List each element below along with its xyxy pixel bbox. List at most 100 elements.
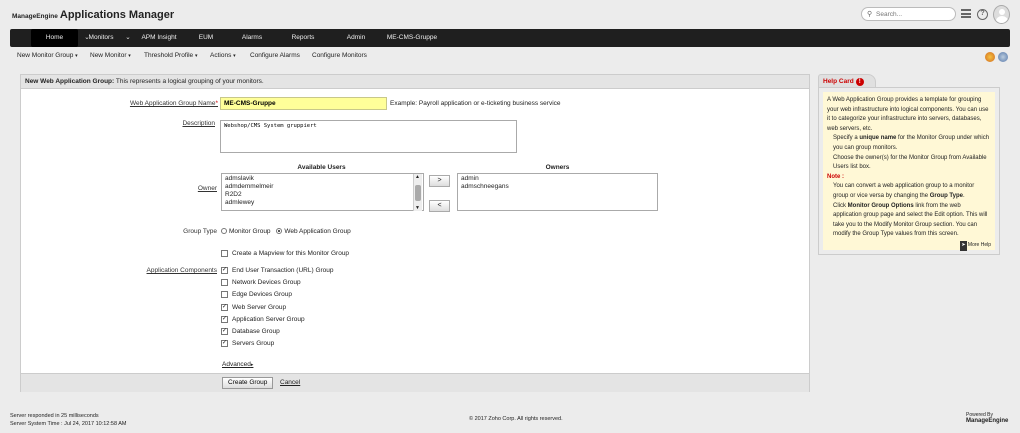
subnav-configure-monitors[interactable]: Configure Monitors — [312, 52, 367, 59]
nav-admin[interactable]: Admin — [343, 29, 369, 47]
nav-monitors[interactable]: Monitors — [87, 29, 115, 47]
hamburger-menu-icon[interactable] — [961, 9, 971, 18]
brand-logo[interactable]: ManageEngine Applications Manager — [12, 9, 174, 21]
available-users-heading: Available Users — [297, 164, 346, 171]
nav-monitors-dropdown[interactable]: ⌄ — [122, 29, 134, 47]
help-note-label: Note : — [827, 173, 844, 180]
checkbox-icon[interactable] — [221, 291, 228, 298]
caret-down-icon: ▾ — [233, 53, 236, 59]
app-name: Applications Manager — [59, 9, 175, 21]
move-right-button[interactable]: > — [429, 175, 450, 187]
list-item[interactable]: R2D2 — [225, 191, 420, 199]
caret-down-icon: ▾ — [128, 53, 131, 59]
subnav-new-monitor-group[interactable]: New Monitor Group ▾ — [17, 52, 78, 59]
create-group-button[interactable]: Create Group — [222, 377, 274, 389]
print-icon[interactable] — [998, 52, 1008, 62]
server-time: Server System Time : Jul 24, 2017 10:12:… — [10, 421, 127, 427]
help-line: Choose the owner(s) for the Monitor Grou… — [833, 154, 987, 171]
list-item[interactable]: admschneegans — [461, 183, 654, 191]
checkbox-checked-icon[interactable]: ✓ — [221, 328, 228, 335]
scroll-down-icon[interactable]: ▼ — [415, 205, 420, 211]
more-help-link[interactable]: ➤ More Help — [827, 240, 991, 251]
owner-label: Owner — [197, 185, 217, 192]
brand-name: ManageEngine — [12, 13, 58, 20]
list-item[interactable]: admslavik — [225, 175, 420, 183]
mapview-option[interactable]: Create a Mapview for this Monitor Group — [221, 250, 349, 257]
advanced-link[interactable]: Advanced▸ — [222, 361, 253, 368]
help-icon[interactable]: ? — [977, 9, 988, 20]
caret-down-icon: ▾ — [75, 53, 78, 59]
nav-me-cms-gruppe[interactable]: ME-CMS-Gruppe — [383, 29, 441, 47]
help-card: Help Card! A Web Application Group provi… — [818, 74, 1000, 255]
checkbox-icon[interactable] — [221, 250, 228, 257]
component-item[interactable]: ✓ Database Group — [221, 328, 280, 335]
help-line: You can convert a web application group … — [833, 183, 975, 199]
checkbox-checked-icon[interactable]: ✓ — [221, 340, 228, 347]
radio-selected-icon — [276, 228, 283, 235]
palette-icon[interactable] — [985, 52, 995, 62]
alert-icon: ! — [855, 78, 864, 86]
copyright: © 2017 Zoho Corp. All rights reserved. — [469, 416, 563, 422]
list-item[interactable]: admdemmelmeir — [225, 183, 420, 191]
subnav-actions[interactable]: Actions ▾ — [210, 52, 236, 59]
checkbox-checked-icon[interactable]: ✓ — [221, 267, 228, 274]
subnav-new-monitor[interactable]: New Monitor ▾ — [90, 52, 131, 59]
component-item[interactable]: ✓ Application Server Group — [221, 316, 305, 323]
owners-heading: Owners — [545, 164, 570, 171]
checkbox-checked-icon[interactable]: ✓ — [221, 316, 228, 323]
description-textarea[interactable]: Webshop/CMS System gruppiert — [220, 120, 517, 153]
caret-down-icon: ▾ — [194, 53, 198, 59]
new-web-app-group-form: New Web Application Group: This represen… — [20, 74, 810, 392]
radio-circle-icon — [221, 228, 227, 235]
chevron-down-icon: ⌄ — [125, 34, 131, 41]
help-card-content: A Web Application Group provides a templ… — [823, 92, 995, 251]
component-item[interactable]: ✓ Servers Group — [221, 340, 274, 347]
components-label: Application Components — [146, 267, 217, 274]
list-item[interactable]: admin — [461, 175, 654, 183]
powered-by[interactable]: Powered By ManageEngine — [966, 412, 1008, 424]
move-left-button[interactable]: < — [429, 200, 450, 212]
search-box[interactable]: ⚲ — [861, 7, 956, 21]
available-users-list[interactable]: admslavik admdemmelmeir R2D2 admlewey — [221, 173, 424, 211]
help-line: Specify a unique name for the Monitor Gr… — [833, 135, 990, 151]
caret-right-icon: ▸ — [250, 362, 254, 368]
checkbox-checked-icon[interactable]: ✓ — [221, 304, 228, 311]
help-card-body: A Web Application Group provides a templ… — [818, 87, 1000, 255]
available-users-scrollbar[interactable]: ▲ ▼ — [413, 174, 422, 211]
nav-home[interactable]: Home — [31, 29, 78, 47]
radio-monitor-group[interactable]: Monitor Group — [221, 228, 271, 235]
form-title: New Web Application Group: This represen… — [21, 75, 809, 89]
form-actions-bar: Create Group Cancel — [21, 373, 809, 392]
group-name-input[interactable] — [220, 97, 387, 110]
component-item[interactable]: ✓ Web Server Group — [221, 304, 286, 311]
scroll-thumb[interactable] — [415, 185, 421, 201]
top-navigation: Home ⌄ Monitors ⌄ APM Insight EUM Alarms… — [10, 29, 1010, 47]
subnav-configure-alarms[interactable]: Configure Alarms — [250, 52, 300, 59]
component-item[interactable]: Edge Devices Group — [221, 291, 292, 298]
list-item[interactable]: admlewey — [225, 199, 420, 207]
nav-apm-insight[interactable]: APM Insight — [139, 29, 179, 47]
sub-navigation: New Monitor Group ▾ New Monitor ▾ Thresh… — [10, 50, 1010, 64]
help-card-tab[interactable]: Help Card! — [818, 74, 876, 88]
cancel-link[interactable]: Cancel — [280, 379, 300, 386]
owners-list[interactable]: admin admschneegans — [457, 173, 658, 211]
name-example: Example: Payroll application or e-ticket… — [390, 100, 561, 107]
search-input[interactable] — [876, 10, 952, 19]
group-type-label: Group Type — [183, 228, 217, 235]
app-header: ManageEngineApplications Manager ⚲ ? — [0, 0, 1020, 28]
nav-alarms[interactable]: Alarms — [238, 29, 266, 47]
checkbox-icon[interactable] — [221, 279, 228, 286]
nav-reports[interactable]: Reports — [288, 29, 318, 47]
search-icon: ⚲ — [867, 11, 873, 18]
user-avatar[interactable] — [993, 5, 1010, 24]
component-item[interactable]: ✓ End User Transaction (URL) Group — [221, 267, 334, 274]
radio-web-application-group[interactable]: Web Application Group — [276, 228, 351, 235]
footer-status: Server responded in 25 milliseconds Serv… — [10, 412, 126, 428]
component-item[interactable]: Network Devices Group — [221, 279, 301, 286]
scroll-up-icon[interactable]: ▲ — [415, 174, 420, 180]
help-intro: A Web Application Group provides a templ… — [827, 97, 989, 132]
subnav-threshold-profile[interactable]: Threshold Profile ▾ — [144, 52, 197, 59]
help-line: Click Monitor Group Options link from th… — [833, 202, 988, 238]
name-label: Web Application Group Name* — [129, 100, 218, 107]
nav-eum[interactable]: EUM — [194, 29, 218, 47]
